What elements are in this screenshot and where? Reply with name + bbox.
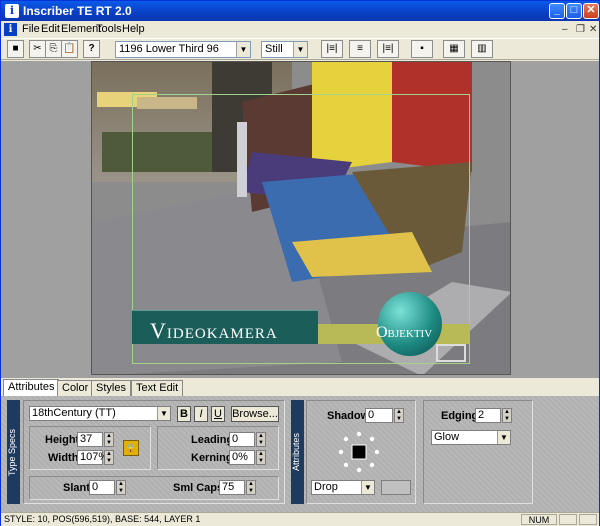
mode-select[interactable]: Still ▼ <box>261 41 308 58</box>
num-lock-indicator: NUM <box>521 514 557 525</box>
edging-label: Edging <box>441 410 479 422</box>
lower-third-title[interactable]: Videokamera <box>150 318 278 344</box>
width-spinner[interactable]: ▲ ▼ <box>104 450 114 465</box>
leading-spinner[interactable]: ▲ ▼ <box>256 432 266 447</box>
menu-help[interactable]: Help <box>122 23 145 35</box>
leading-label: Leading <box>191 434 234 446</box>
menu-edit[interactable]: Edit <box>41 23 60 35</box>
chevron-down-icon[interactable]: ▼ <box>497 431 510 444</box>
shadow-color-swatch[interactable] <box>381 480 411 495</box>
cut-icon[interactable]: ✂ <box>29 40 46 58</box>
browse-button[interactable]: Browse... <box>231 406 279 422</box>
align-right-icon[interactable]: |≡| <box>377 40 399 58</box>
shadow-spinner[interactable]: ▲ ▼ <box>394 408 404 423</box>
slant-field[interactable]: 0 <box>89 480 115 495</box>
maximize-button[interactable]: □ <box>566 3 582 19</box>
kerning-label: Kerning <box>191 452 233 464</box>
video-preview[interactable]: Videokamera Objektiv <box>91 61 511 375</box>
shadow-label: Shadow <box>327 410 370 422</box>
slant-label: Slant <box>63 482 90 494</box>
chevron-down-icon[interactable]: ▼ <box>361 481 374 494</box>
shadow-direction-picker[interactable] <box>337 430 381 474</box>
attributes-panel: Type Specs 18thCentury (TT) ▼ B I U Brow… <box>1 396 599 512</box>
small-caps-field[interactable]: 75 <box>219 480 245 495</box>
bold-button[interactable]: B <box>177 406 191 422</box>
attributes-header: Attributes <box>291 400 304 504</box>
copy-icon[interactable]: ⎘ <box>45 40 62 58</box>
frame-marker[interactable] <box>436 344 466 362</box>
mdi-restore-icon[interactable]: ❐ <box>576 24 585 35</box>
height-field[interactable]: 37 <box>77 432 103 447</box>
status-cell <box>559 514 577 525</box>
chevron-down-icon[interactable]: ▼ <box>157 407 170 420</box>
type-specs-header: Type Specs <box>7 400 20 504</box>
paste-icon[interactable]: 📋 <box>61 40 78 58</box>
status-cell <box>579 514 597 525</box>
view-single-icon[interactable]: ▦ <box>443 40 465 58</box>
layer-icon[interactable]: ▪ <box>411 40 433 58</box>
italic-button[interactable]: I <box>194 406 208 422</box>
help-button[interactable]: ? <box>83 40 100 58</box>
width-label: Width <box>48 452 79 464</box>
app-icon[interactable]: i <box>5 4 19 18</box>
save-icon[interactable]: ■ <box>7 40 24 58</box>
edging-field[interactable]: 2 <box>475 408 501 423</box>
work-area: Videokamera Objektiv <box>1 61 599 378</box>
toolbar: ■ ✂ ⎘ 📋 ? 1196 Lower Third 96 ▼ Still ▼ … <box>1 38 599 60</box>
template-select[interactable]: 1196 Lower Third 96 ▼ <box>115 41 251 58</box>
view-split-icon[interactable]: ▥ <box>471 40 493 58</box>
underline-button[interactable]: U <box>211 406 225 422</box>
title-bar[interactable]: i Inscriber TE RT 2.0 _ □ ✕ <box>1 1 599 21</box>
kerning-spinner[interactable]: ▲ ▼ <box>256 450 266 465</box>
edging-spinner[interactable]: ▲ ▼ <box>502 408 512 423</box>
tab-styles[interactable]: Styles <box>91 380 131 396</box>
height-spinner[interactable]: ▲ ▼ <box>104 432 114 447</box>
shadow-type-select[interactable]: Drop ▼ <box>311 480 375 495</box>
close-button[interactable]: ✕ <box>583 3 599 19</box>
lower-third-subtitle[interactable]: Objektiv <box>376 324 432 342</box>
width-field[interactable]: 107% <box>77 450 108 465</box>
height-label: Height <box>45 434 80 446</box>
status-bar: STYLE: 10, POS(596,519), BASE: 544, LAYE… <box>1 512 599 526</box>
tab-attributes[interactable]: Attributes <box>3 379 60 396</box>
chevron-down-icon[interactable]: ▼ <box>236 42 250 57</box>
status-text: STYLE: 10, POS(596,519), BASE: 544, LAYE… <box>4 514 201 524</box>
leading-field[interactable]: 0 <box>229 432 255 447</box>
tab-text-edit[interactable]: Text Edit <box>131 380 184 396</box>
window-title: Inscriber TE RT 2.0 <box>23 4 132 18</box>
minimize-button[interactable]: _ <box>549 3 565 19</box>
slant-spinner[interactable]: ▲ ▼ <box>116 480 126 495</box>
menu-bar: i File Edit Element Tools Help – ❐ ✕ <box>1 21 599 38</box>
kerning-field[interactable]: 0% <box>229 450 255 465</box>
tab-color[interactable]: Color <box>57 380 94 396</box>
app-window: i Inscriber TE RT 2.0 _ □ ✕ i File Edit … <box>0 0 600 526</box>
chevron-down-icon[interactable]: ▼ <box>293 42 307 57</box>
shadow-field[interactable]: 0 <box>365 408 393 423</box>
align-center-icon[interactable]: ≡ <box>349 40 371 58</box>
menu-tools[interactable]: Tools <box>96 23 122 35</box>
lock-icon[interactable]: 🔒 <box>123 440 139 456</box>
small-caps-label: Sml Caps <box>173 482 224 494</box>
align-left-icon[interactable]: |≡| <box>321 40 343 58</box>
document-icon[interactable]: i <box>4 23 17 36</box>
tab-strip: Attributes Color Styles Text Edit <box>1 379 599 396</box>
mdi-close-icon[interactable]: ✕ <box>589 24 597 35</box>
font-select[interactable]: 18thCentury (TT) ▼ <box>29 406 171 421</box>
small-caps-spinner[interactable]: ▲ ▼ <box>246 480 256 495</box>
edging-type-select[interactable]: Glow ▼ <box>431 430 511 445</box>
mdi-minimize-icon[interactable]: – <box>562 24 568 35</box>
menu-file[interactable]: File <box>22 23 40 35</box>
